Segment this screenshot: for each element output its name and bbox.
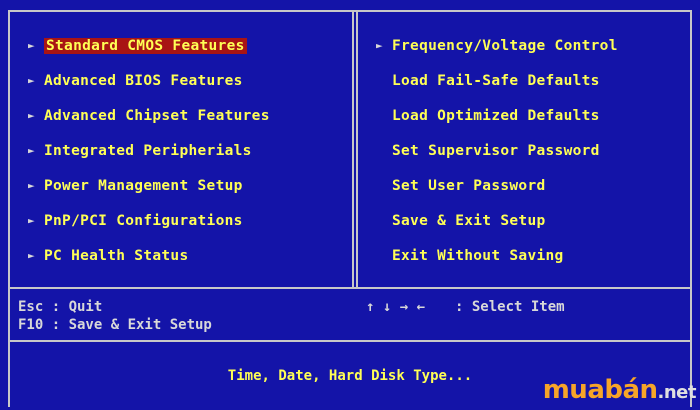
frame-center-divider [352, 10, 354, 289]
frame-top [8, 10, 692, 12]
menu-integrated-peripherials[interactable]: ► Integrated Peripherials [28, 142, 252, 160]
menu-advanced-chipset-features[interactable]: ► Advanced Chipset Features [28, 107, 270, 125]
menu-item-label: PnP/PCI Configurations [44, 213, 243, 229]
menu-item-label: Advanced Chipset Features [44, 108, 270, 124]
menu-set-supervisor-password[interactable]: Set Supervisor Password [376, 142, 600, 160]
frame-left [8, 10, 10, 407]
menu-item-label: Set Supervisor Password [392, 143, 600, 159]
frame-separator-help [8, 340, 692, 342]
submenu-arrow-icon: ► [28, 109, 35, 122]
menu-item-label: Set User Password [392, 178, 546, 194]
help-arrow-keys-icon: ↑ ↓ → ← [366, 299, 426, 315]
menu-item-label: Save & Exit Setup [392, 213, 546, 229]
menu-advanced-bios-features[interactable]: ► Advanced BIOS Features [28, 72, 243, 90]
menu-item-label: PC Health Status [44, 248, 189, 264]
help-esc-quit: Esc : Quit [18, 299, 103, 315]
muaban-watermark-logo: muabán.net [530, 373, 700, 407]
cut-off-title: ▀ ▀▀▀▀▀▀▀ ▀▀▀ ▀▀▀▀▀▀ ▀▀▀▀▀▀ ▀ [50, 0, 380, 4]
menu-exit-without-saving[interactable]: Exit Without Saving [376, 247, 564, 265]
menu-item-label: Exit Without Saving [392, 248, 564, 264]
frame-separator-menu [8, 287, 692, 289]
submenu-arrow-icon: ► [28, 39, 35, 52]
submenu-arrow-icon: ► [28, 249, 35, 262]
submenu-arrow-icon: ► [28, 214, 35, 227]
watermark-brand: muabán [542, 375, 658, 405]
menu-item-label: Standard CMOS Features [44, 38, 247, 54]
menu-pnp-pci-configurations[interactable]: ► PnP/PCI Configurations [28, 212, 243, 230]
submenu-arrow-icon: ► [376, 39, 383, 52]
menu-frequency-voltage-control[interactable]: ► Frequency/Voltage Control [376, 37, 618, 55]
submenu-arrow-icon: ► [28, 144, 35, 157]
menu-save-exit-setup[interactable]: Save & Exit Setup [376, 212, 546, 230]
menu-set-user-password[interactable]: Set User Password [376, 177, 546, 195]
menu-load-fail-safe-defaults[interactable]: Load Fail-Safe Defaults [376, 72, 600, 90]
menu-item-label: Advanced BIOS Features [44, 73, 243, 89]
menu-power-management-setup[interactable]: ► Power Management Setup [28, 177, 243, 195]
menu-item-label: Load Fail-Safe Defaults [392, 73, 600, 89]
menu-standard-cmos-features[interactable]: ► Standard CMOS Features [28, 37, 247, 55]
menu-item-label: Load Optimized Defaults [392, 108, 600, 124]
submenu-arrow-icon: ► [28, 179, 35, 192]
menu-load-optimized-defaults[interactable]: Load Optimized Defaults [376, 107, 600, 125]
watermark-tld: .net [657, 382, 697, 403]
frame-center-divider-2 [356, 10, 358, 289]
menu-item-label: Integrated Peripherials [44, 143, 252, 159]
frame-right [690, 10, 692, 407]
help-select-item: : Select Item [455, 299, 565, 315]
menu-pc-health-status[interactable]: ► PC Health Status [28, 247, 188, 265]
submenu-arrow-icon: ► [28, 74, 35, 87]
menu-item-label: Power Management Setup [44, 178, 243, 194]
bios-setup-screen: ▀ ▀▀▀▀▀▀▀ ▀▀▀ ▀▀▀▀▀▀ ▀▀▀▀▀▀ ▀ ► Standard … [0, 0, 700, 407]
help-f10-save-exit: F10 : Save & Exit Setup [18, 317, 212, 333]
menu-item-label: Frequency/Voltage Control [392, 38, 618, 54]
